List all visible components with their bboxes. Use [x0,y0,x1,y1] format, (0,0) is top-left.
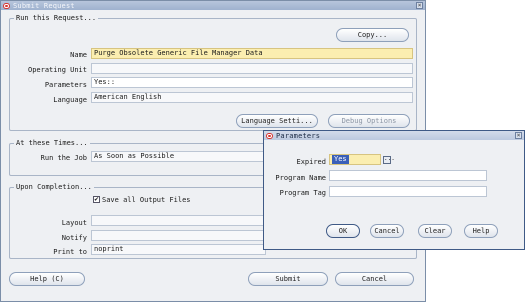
ok-button[interactable]: OK [326,224,360,238]
name-field[interactable]: Purge Obsolete Generic File Manager Data [91,48,413,59]
program-tag-label: Program Tag [279,189,326,197]
checkmark-icon: ✔ [94,195,99,203]
list-of-values-icon[interactable]: ... [383,156,395,164]
operating-unit-label: Operating Unit [27,66,87,74]
program-name-label: Program Name [275,174,326,182]
parameters-titlebar[interactable]: Parameters × [264,131,524,140]
language-settings-button[interactable]: Language Setti... [236,114,318,128]
parameters-cancel-button[interactable]: Cancel [370,224,404,238]
language-field[interactable]: American English [91,92,413,103]
cancel-button[interactable]: Cancel [335,272,414,286]
parameters-title: Parameters [276,131,321,140]
program-name-field[interactable] [329,170,487,181]
notify-field[interactable] [91,230,266,241]
operating-unit-field[interactable] [91,63,413,74]
main-titlebar[interactable]: Submit Request × [1,1,425,10]
run-job-field[interactable]: As Soon as Possible [91,151,266,162]
run-request-section-label: Run this Request... [14,14,99,22]
parameters-label: Parameters [44,81,87,89]
window-title: Submit Request [13,1,75,10]
debug-options-button[interactable]: Debug Options [328,114,410,128]
submit-button[interactable]: Submit [248,272,328,286]
copy-button[interactable]: Copy... [336,28,409,42]
save-output-label: Save all Output Files [102,196,191,204]
name-label: Name [70,51,87,59]
help-button[interactable]: Help (C) [9,272,85,286]
oracle-logo-icon [3,2,10,9]
expired-value: Yes [332,155,349,164]
schedule-section-label: At these Times... [14,139,90,147]
clear-button[interactable]: Clear [418,224,452,238]
layout-label: Layout [61,219,87,227]
expired-field[interactable]: Yes [329,154,381,165]
run-job-label: Run the Job [40,154,87,162]
notify-label: Notify [61,234,87,242]
completion-section-label: Upon Completion... [14,183,94,191]
language-label: Language [53,96,87,104]
expired-label: Expired [296,158,326,166]
parameters-help-button[interactable]: Help [464,224,498,238]
parameters-field[interactable]: Yes:: [91,77,413,88]
parameters-dialog: Parameters × Expired Yes ... Program Nam… [263,130,525,250]
layout-field[interactable] [91,215,266,226]
close-icon[interactable]: × [416,2,423,9]
oracle-logo-icon [266,132,273,139]
print-to-label: Print to [53,248,87,256]
save-output-checkbox[interactable]: ✔ [93,196,100,203]
program-tag-field[interactable] [329,186,487,197]
print-to-field[interactable]: noprint [91,244,266,255]
close-icon[interactable]: × [515,132,522,139]
